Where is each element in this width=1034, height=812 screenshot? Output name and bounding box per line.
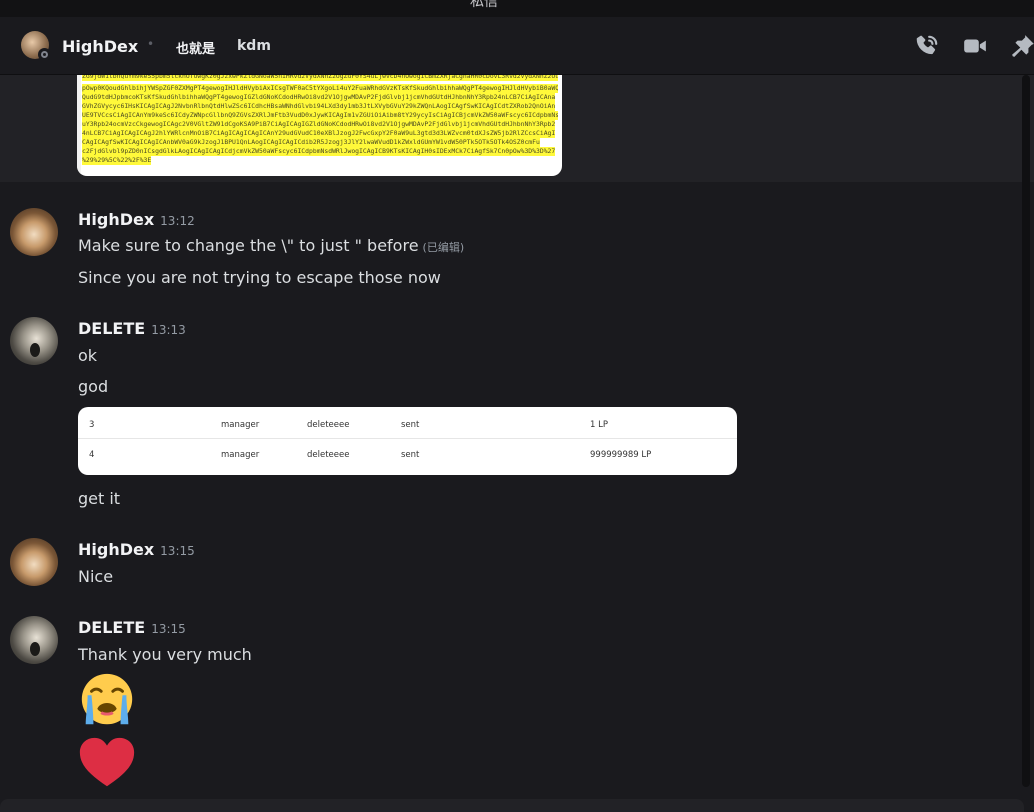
author-name[interactable]: HighDex xyxy=(78,210,154,229)
pin-icon[interactable] xyxy=(1010,33,1034,59)
code-screenshot-attachment[interactable]: ZG9jdW1lbnQuYm9keS5pbm5lckhUTUwgKz0gJzxw… xyxy=(77,75,562,176)
code-line: c2FjdGlvbl9pZD0nICsgdGlkLAogICAgICAgICdj… xyxy=(82,147,556,156)
scrollbar-thumb[interactable] xyxy=(1022,75,1030,787)
author-name[interactable]: DELETE xyxy=(78,618,145,637)
message-timestamp: 13:15 xyxy=(151,622,186,636)
highdex-avatar[interactable] xyxy=(10,538,58,586)
table-row: 4 manager deleteeee sent 999999989 LP xyxy=(78,439,737,469)
previous-message-highlight: ZG9jdW1lbnQuYm9keS5pbm5lckhUTUwgKz0gJzxw… xyxy=(0,75,1034,182)
cell-role: manager xyxy=(221,450,260,460)
code-line: GVhZGVycyc6IHsKICAgICAgJ2NvbnRlbnQtdHlwZ… xyxy=(82,102,556,111)
code-line: 4nLCB7CiAgICAgICAgJ2hlYWRlcnMnOiB7CiAgIC… xyxy=(82,129,556,138)
message-author[interactable]: DELETE 13:15 xyxy=(78,618,186,637)
message-timestamp: 13:13 xyxy=(151,323,186,337)
header-avatar[interactable] xyxy=(21,31,51,61)
message-line: Nice xyxy=(78,567,114,586)
message-line: ok xyxy=(78,346,98,365)
code-line: QudG9tdHJpbmcoKTsKfSkudGhlbihhaWQgPT4gew… xyxy=(82,93,556,102)
code-line: UE9TVCcsCiAgICAnYm9keSc6ICdyZWNpcGllbnQ9… xyxy=(82,111,558,120)
author-name[interactable]: HighDex xyxy=(78,540,154,559)
cell-user: deleteeee xyxy=(307,450,350,460)
message-author[interactable]: HighDex 13:15 xyxy=(78,540,195,559)
cell-status: sent xyxy=(401,420,420,430)
header-alias-primary: 也就是 xyxy=(176,42,216,57)
delete-avatar[interactable] xyxy=(10,317,58,365)
author-name[interactable]: DELETE xyxy=(78,319,145,338)
message-timestamp: 13:12 xyxy=(160,214,195,228)
cell-status: sent xyxy=(401,450,420,460)
cell-amount: 1 LP xyxy=(590,420,608,430)
code-line: uY3Rpb24ocmVzcCkgewogICAgc2V0VGltZW91dCg… xyxy=(82,120,556,129)
offline-status-icon xyxy=(38,48,51,61)
highdex-avatar[interactable] xyxy=(10,208,58,256)
header-separator: • xyxy=(147,37,155,51)
red-heart-emoji[interactable] xyxy=(76,732,138,794)
code-text-block: ZG9jdW1lbnQuYm9keS5pbm5lckhUTUwgKz0gJzxw… xyxy=(82,75,560,165)
video-camera-icon[interactable] xyxy=(962,33,988,59)
chat-scrollbar[interactable] xyxy=(1018,75,1034,795)
code-line: ZG9jdW1lbnQuYm9keS5pbm5lckhUTUwgKz0gJzxw… xyxy=(82,75,558,81)
table-row: 3 manager deleteeee sent 1 LP xyxy=(78,409,737,439)
message-text: Make sure to change the \" to just " bef… xyxy=(78,236,419,255)
header-alias-secondary: kdm xyxy=(237,38,271,54)
cell-id: 4 xyxy=(89,450,95,460)
message-composer-area xyxy=(0,795,1034,812)
message-timestamp: 13:15 xyxy=(160,544,195,558)
table-screenshot-attachment[interactable]: 3 manager deleteeee sent 1 LP 4 manager … xyxy=(78,407,737,475)
cell-amount: 999999989 LP xyxy=(590,450,652,460)
message-line: get it xyxy=(78,489,121,508)
message-line: Since you are not trying to escape those… xyxy=(78,268,441,287)
code-line: %29%29%5C%22%2F%3E xyxy=(82,156,152,165)
message-author[interactable]: HighDex 13:12 xyxy=(78,210,195,229)
window-titlebar: 私信 xyxy=(0,0,1034,17)
code-line: CAgICAgfSwKICAgICAgICAnbWV0aG9kJzogJ1BPU… xyxy=(82,138,540,147)
message-line: Make sure to change the \" to just " bef… xyxy=(78,236,464,255)
cell-role: manager xyxy=(221,420,260,430)
window-title: 私信 xyxy=(470,0,498,10)
message-input[interactable] xyxy=(0,799,1024,812)
message-author[interactable]: DELETE 13:13 xyxy=(78,319,186,338)
delete-avatar[interactable] xyxy=(10,616,58,664)
loudly-crying-face-emoji[interactable] xyxy=(76,670,138,732)
message-line: god xyxy=(78,377,109,396)
cell-id: 3 xyxy=(89,420,95,430)
cell-user: deleteeee xyxy=(307,420,350,430)
message-line: Thank you very much xyxy=(78,645,252,664)
header-username[interactable]: HighDex xyxy=(62,37,138,56)
dm-header: HighDex • 也就是 kdm xyxy=(0,17,1034,75)
code-gutter xyxy=(77,75,81,176)
phone-call-icon[interactable] xyxy=(914,33,940,59)
edited-label: (已编辑) xyxy=(422,241,465,254)
code-line: pOwp0KQoudGhlbihjYWSpZGF0ZXMgPT4gewogIHJ… xyxy=(82,84,558,93)
